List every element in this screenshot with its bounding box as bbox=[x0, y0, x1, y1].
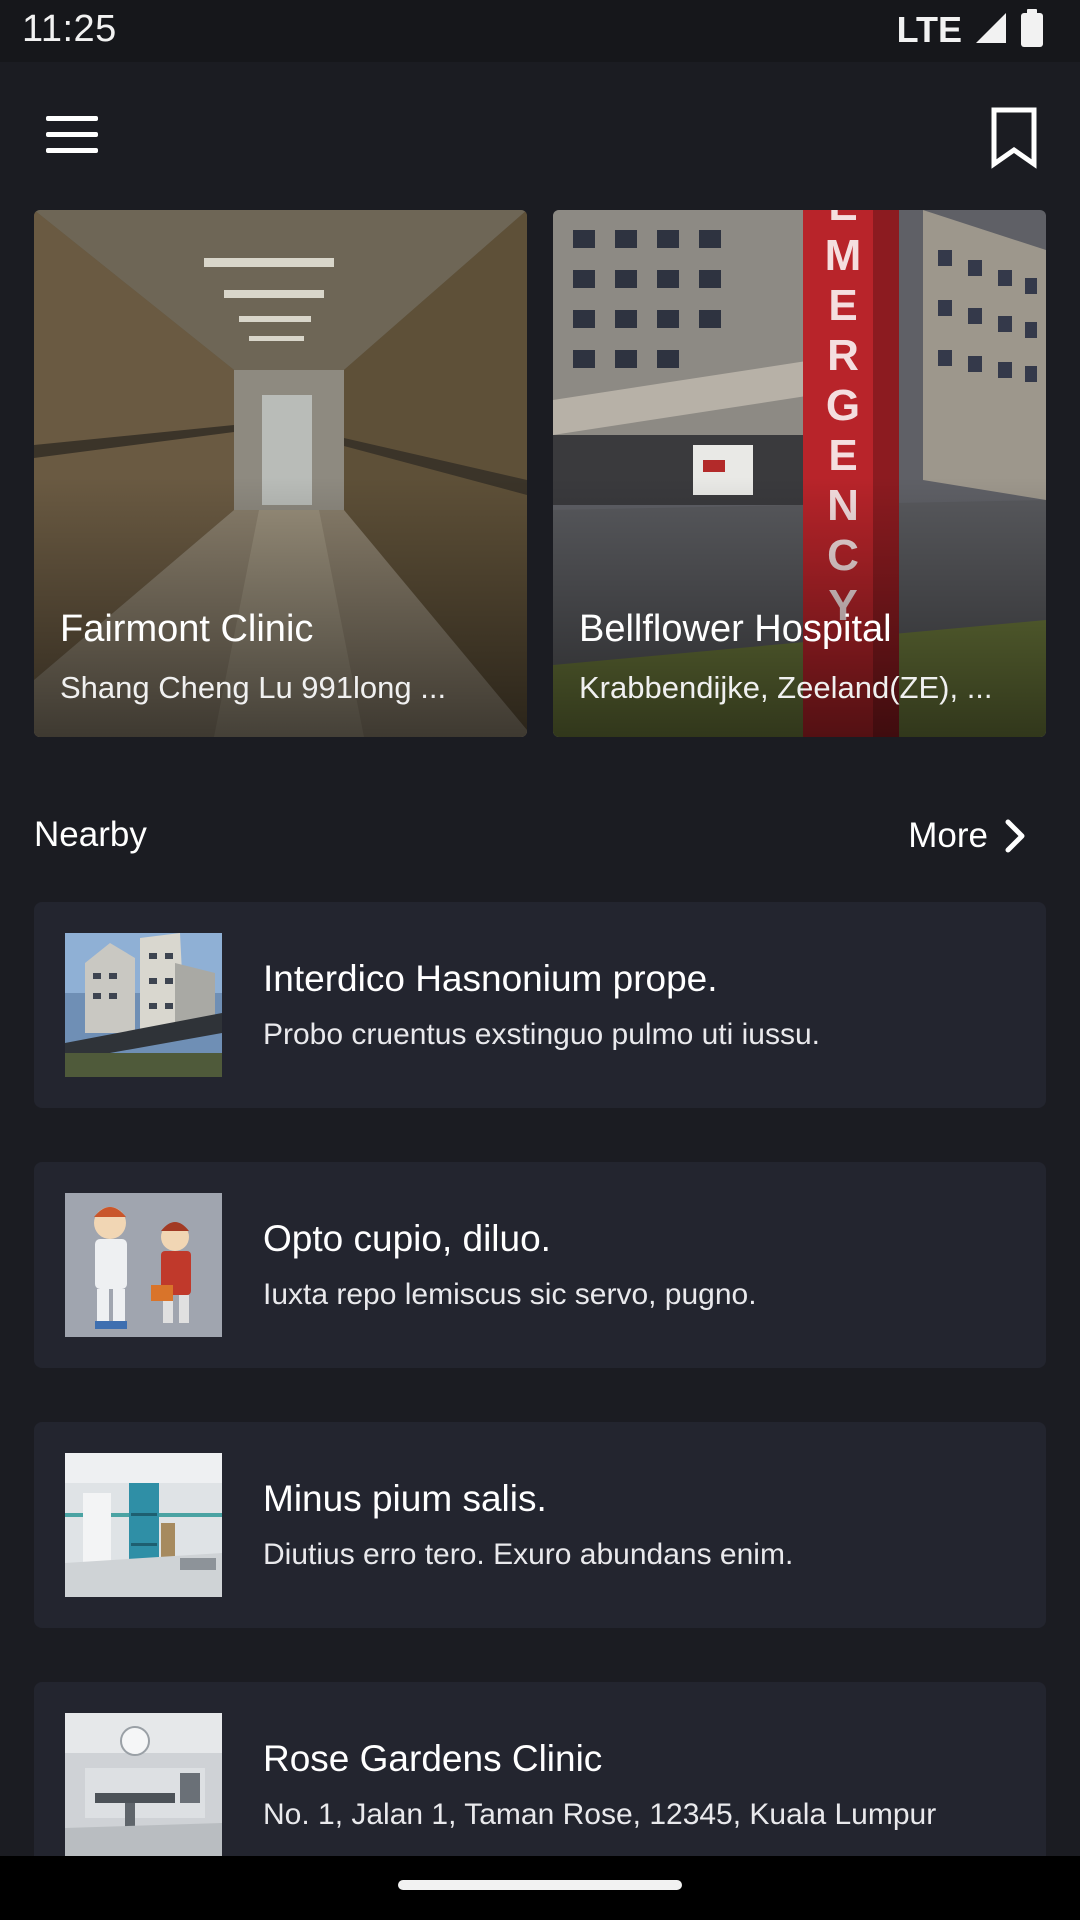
list-item-title: Interdico Hasnonium prope. bbox=[263, 958, 718, 999]
list-item-subtitle: Diutius erro tero. Exuro abundans enim. bbox=[263, 1538, 794, 1571]
section-title-nearby: Nearby bbox=[34, 815, 147, 854]
svg-text:E: E bbox=[828, 210, 857, 230]
featured-title: Bellflower Hospital bbox=[579, 608, 892, 650]
featured-card[interactable]: E M E R G E N C Y Bellflower Hospital Kr… bbox=[553, 210, 1046, 737]
menu-icon bbox=[46, 116, 98, 153]
featured-address: Shang Cheng Lu 991long ... bbox=[60, 670, 447, 705]
menu-button[interactable] bbox=[38, 106, 108, 166]
battery-icon bbox=[1020, 8, 1044, 52]
signal-icon bbox=[974, 11, 1008, 50]
svg-text:R: R bbox=[827, 331, 859, 380]
bookmark-button[interactable] bbox=[982, 106, 1046, 170]
svg-text:E: E bbox=[828, 431, 857, 480]
more-button[interactable]: More bbox=[908, 813, 1030, 859]
featured-carousel: Fairmont Clinic Shang Cheng Lu 991long .… bbox=[34, 210, 1046, 737]
featured-card[interactable]: Fairmont Clinic Shang Cheng Lu 991long .… bbox=[34, 210, 527, 737]
list-item-title: Minus pium salis. bbox=[263, 1478, 547, 1519]
clinic-room-thumbnail bbox=[65, 1453, 222, 1597]
list-item-subtitle: Probo cruentus exstinguo pulmo uti iussu… bbox=[263, 1018, 820, 1051]
nearby-list: Interdico Hasnonium prope. Probo cruentu… bbox=[34, 902, 1046, 1920]
featured-title: Fairmont Clinic bbox=[60, 608, 314, 650]
svg-text:M: M bbox=[825, 231, 862, 280]
status-icons: LTE bbox=[897, 8, 1044, 52]
featured-address: Krabbendijke, Zeeland(ZE), ... bbox=[579, 670, 993, 705]
system-nav-bar bbox=[0, 1856, 1080, 1920]
svg-text:G: G bbox=[826, 381, 860, 430]
status-bar: 11:25 LTE bbox=[0, 0, 1080, 62]
list-item[interactable]: Minus pium salis. Diutius erro tero. Exu… bbox=[34, 1422, 1046, 1628]
svg-text:E: E bbox=[828, 281, 857, 330]
list-item[interactable]: Interdico Hasnonium prope. Probo cruentu… bbox=[34, 902, 1046, 1108]
network-type: LTE bbox=[896, 9, 962, 50]
bookmark-icon bbox=[991, 107, 1037, 169]
more-label: More bbox=[908, 816, 988, 855]
operating-room-thumbnail bbox=[65, 1713, 222, 1857]
list-item-subtitle: Iuxta repo lemiscus sic servo, pugno. bbox=[263, 1278, 757, 1311]
list-item-title: Opto cupio, diluo. bbox=[263, 1218, 551, 1259]
status-time: 11:25 bbox=[22, 8, 117, 50]
app-bar bbox=[0, 62, 1080, 210]
home-indicator[interactable] bbox=[398, 1880, 682, 1890]
list-item-subtitle: No. 1, Jalan 1, Taman Rose, 12345, Kuala… bbox=[263, 1798, 937, 1831]
chevron-right-icon bbox=[1005, 819, 1025, 853]
list-item[interactable]: Opto cupio, diluo. Iuxta repo lemiscus s… bbox=[34, 1162, 1046, 1368]
screen: 11:25 LTE Fairmont Clinic Shang Cheng Lu… bbox=[0, 0, 1080, 1920]
list-item-title: Rose Gardens Clinic bbox=[263, 1738, 603, 1779]
toy-doctor-thumbnail bbox=[65, 1193, 222, 1337]
building-thumbnail bbox=[65, 933, 222, 1077]
